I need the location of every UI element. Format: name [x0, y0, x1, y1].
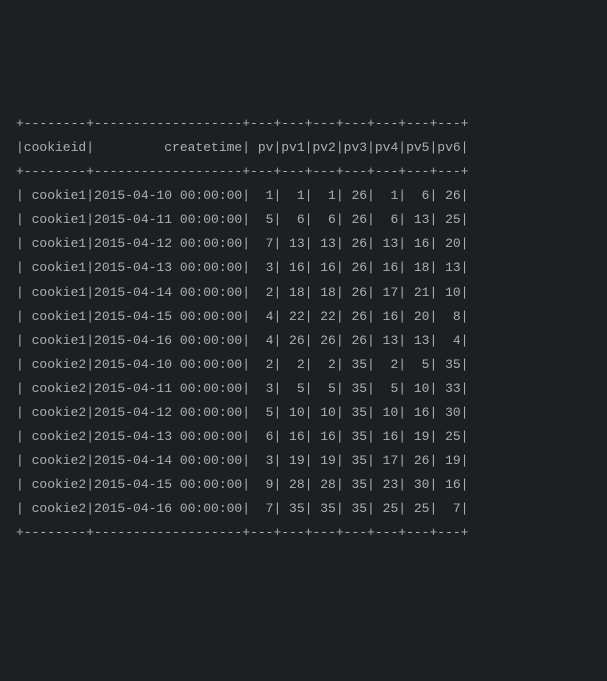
- sql-result-table: +--------+-------------------+---+---+--…: [16, 112, 591, 545]
